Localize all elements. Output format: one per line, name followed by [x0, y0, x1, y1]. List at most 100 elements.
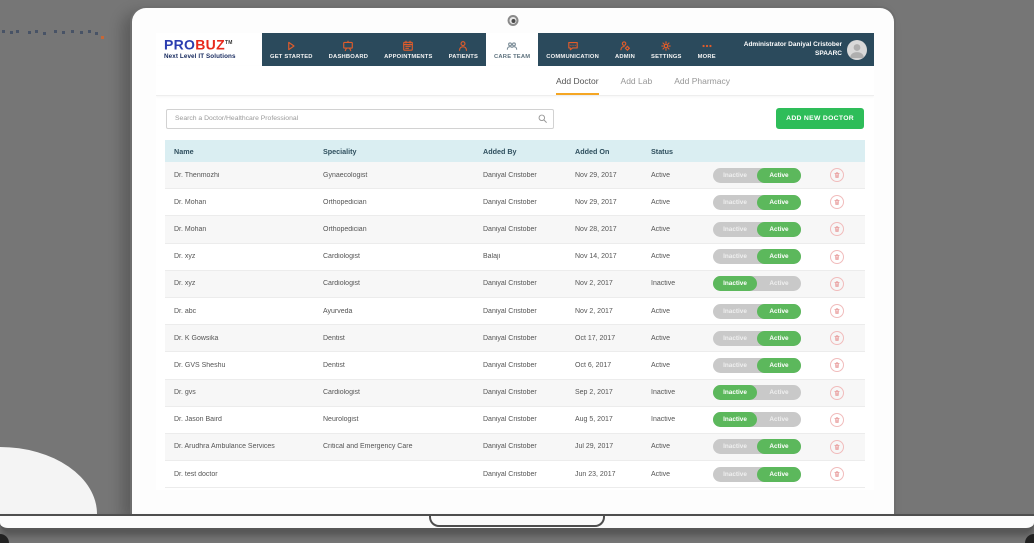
doctor-name: Dr. abc — [165, 308, 323, 315]
toggle-active-label[interactable]: Active — [757, 304, 801, 319]
toggle-active-label[interactable]: Active — [757, 249, 801, 264]
avatar[interactable] — [847, 40, 867, 60]
delete-button[interactable] — [830, 222, 844, 236]
status-text: Inactive — [651, 280, 713, 287]
nav-item-appointments[interactable]: APPOINTMENTS — [376, 33, 440, 66]
toggle-active-label[interactable]: Active — [757, 412, 801, 427]
status-toggle[interactable]: Inactive Active — [713, 331, 801, 346]
logo-tagline: Next Level IT Solutions — [164, 53, 262, 60]
dots-icon — [701, 40, 713, 52]
added-by: Daniyal Cristober — [483, 443, 575, 450]
table-row: Dr. Mohan Orthopedician Daniyal Cristobe… — [165, 216, 865, 243]
toggle-active-label[interactable]: Active — [757, 168, 801, 183]
toggle-active-label[interactable]: Active — [757, 331, 801, 346]
status-toggle[interactable]: Inactive Active — [713, 467, 801, 482]
toggle-active-label[interactable]: Active — [757, 467, 801, 482]
doctor-name: Dr. Arudhra Ambulance Services — [165, 443, 323, 450]
nav-item-patients[interactable]: PATIENTS — [441, 33, 486, 66]
table-row: Dr. Arudhra Ambulance Services Critical … — [165, 434, 865, 461]
toggle-active-label[interactable]: Active — [757, 222, 801, 237]
table-header: Name Speciality Added By Added On Status — [165, 140, 865, 162]
screenshot-corner — [1025, 534, 1034, 543]
toggle-inactive-label[interactable]: Inactive — [713, 331, 757, 346]
toggle-inactive-label[interactable]: Inactive — [713, 249, 757, 264]
user-block[interactable]: Administrator Daniyal Cristober SPAARC — [744, 33, 874, 66]
delete-button[interactable] — [830, 386, 844, 400]
toggle-active-label[interactable]: Active — [757, 358, 801, 373]
nav-item-more[interactable]: MORE — [690, 33, 724, 66]
status-toggle[interactable]: Inactive Active — [713, 439, 801, 454]
toggle-active-label[interactable]: Active — [757, 385, 801, 400]
toggle-inactive-label[interactable]: Inactive — [713, 222, 757, 237]
status-text: Active — [651, 443, 713, 450]
tab-add-doctor[interactable]: Add Doctor — [556, 76, 599, 95]
toggle-inactive-label[interactable]: Inactive — [713, 467, 757, 482]
nav-item-settings[interactable]: SETTINGS — [643, 33, 690, 66]
status-text: Active — [651, 362, 713, 369]
added-on: Jun 23, 2017 — [575, 471, 651, 478]
status-toggle[interactable]: Inactive Active — [713, 168, 801, 183]
search-input[interactable] — [166, 109, 554, 129]
trash-icon — [833, 470, 841, 478]
delete-button[interactable] — [830, 440, 844, 454]
camera-icon — [508, 15, 519, 26]
status-toggle[interactable]: Inactive Active — [713, 304, 801, 319]
toggle-inactive-label[interactable]: Inactive — [713, 195, 757, 210]
toggle-inactive-label[interactable]: Inactive — [713, 276, 757, 291]
toggle-active-label[interactable]: Active — [757, 439, 801, 454]
delete-button[interactable] — [830, 331, 844, 345]
delete-button[interactable] — [830, 358, 844, 372]
delete-button[interactable] — [830, 168, 844, 182]
status-text: Active — [651, 226, 713, 233]
doctor-speciality: Dentist — [323, 335, 483, 342]
status-toggle[interactable]: Inactive Active — [713, 195, 801, 210]
nav-item-get-started[interactable]: GET STARTED — [262, 33, 321, 66]
paper-corner-decoration — [0, 447, 97, 514]
add-new-doctor-button[interactable]: ADD NEW DOCTOR — [776, 108, 864, 129]
table-row: Dr. GVS Sheshu Dentist Daniyal Cristober… — [165, 352, 865, 379]
status-toggle[interactable]: Inactive Active — [713, 385, 801, 400]
probuz-logo[interactable]: PROBUZTM Next Level IT Solutions — [156, 33, 262, 66]
status-toggle[interactable]: Inactive Active — [713, 222, 801, 237]
nav-item-communication[interactable]: COMMUNICATION — [538, 33, 607, 66]
toggle-inactive-label[interactable]: Inactive — [713, 358, 757, 373]
delete-button[interactable] — [830, 413, 844, 427]
logo-wordmark: PROBUZTM — [164, 36, 262, 52]
delete-button[interactable] — [830, 195, 844, 209]
toggle-inactive-label[interactable]: Inactive — [713, 439, 757, 454]
status-toggle[interactable]: Inactive Active — [713, 276, 801, 291]
board-icon — [342, 40, 354, 52]
delete-button[interactable] — [830, 277, 844, 291]
status-toggle[interactable]: Inactive Active — [713, 358, 801, 373]
trash-icon — [833, 334, 841, 342]
added-on: Sep 2, 2017 — [575, 389, 651, 396]
table-row: Dr. Thenmozhi Gynaecologist Daniyal Cris… — [165, 162, 865, 189]
column-header-name: Name — [165, 147, 323, 156]
delete-button[interactable] — [830, 250, 844, 264]
toggle-inactive-label[interactable]: Inactive — [713, 304, 757, 319]
delete-button[interactable] — [830, 304, 844, 318]
toggle-inactive-label[interactable]: Inactive — [713, 385, 757, 400]
added-by: Daniyal Cristober — [483, 280, 575, 287]
status-toggle[interactable]: Inactive Active — [713, 249, 801, 264]
status-text: Active — [651, 335, 713, 342]
status-toggle[interactable]: Inactive Active — [713, 412, 801, 427]
delete-button[interactable] — [830, 467, 844, 481]
doctor-speciality: Ayurveda — [323, 308, 483, 315]
nav-item-admin[interactable]: ADMIN — [607, 33, 643, 66]
tab-add-lab[interactable]: Add Lab — [621, 76, 653, 95]
doctor-name: Dr. Mohan — [165, 199, 323, 206]
status-text: Active — [651, 253, 713, 260]
nav-item-care-team[interactable]: CARE TEAM — [486, 33, 538, 66]
toggle-active-label[interactable]: Active — [757, 195, 801, 210]
table-row: Dr. xyz Cardiologist Balaji Nov 14, 2017… — [165, 244, 865, 271]
nav-item-dashboard[interactable]: DASHBOARD — [321, 33, 376, 66]
tab-add-pharmacy[interactable]: Add Pharmacy — [674, 76, 730, 95]
table-row: Dr. gvs Cardiologist Daniyal Cristober S… — [165, 380, 865, 407]
toggle-inactive-label[interactable]: Inactive — [713, 412, 757, 427]
toggle-active-label[interactable]: Active — [757, 276, 801, 291]
toggle-inactive-label[interactable]: Inactive — [713, 168, 757, 183]
doctor-speciality: Neurologist — [323, 416, 483, 423]
table-row: Dr. K Gowsika Dentist Daniyal Cristober … — [165, 325, 865, 352]
gear-icon — [660, 40, 672, 52]
